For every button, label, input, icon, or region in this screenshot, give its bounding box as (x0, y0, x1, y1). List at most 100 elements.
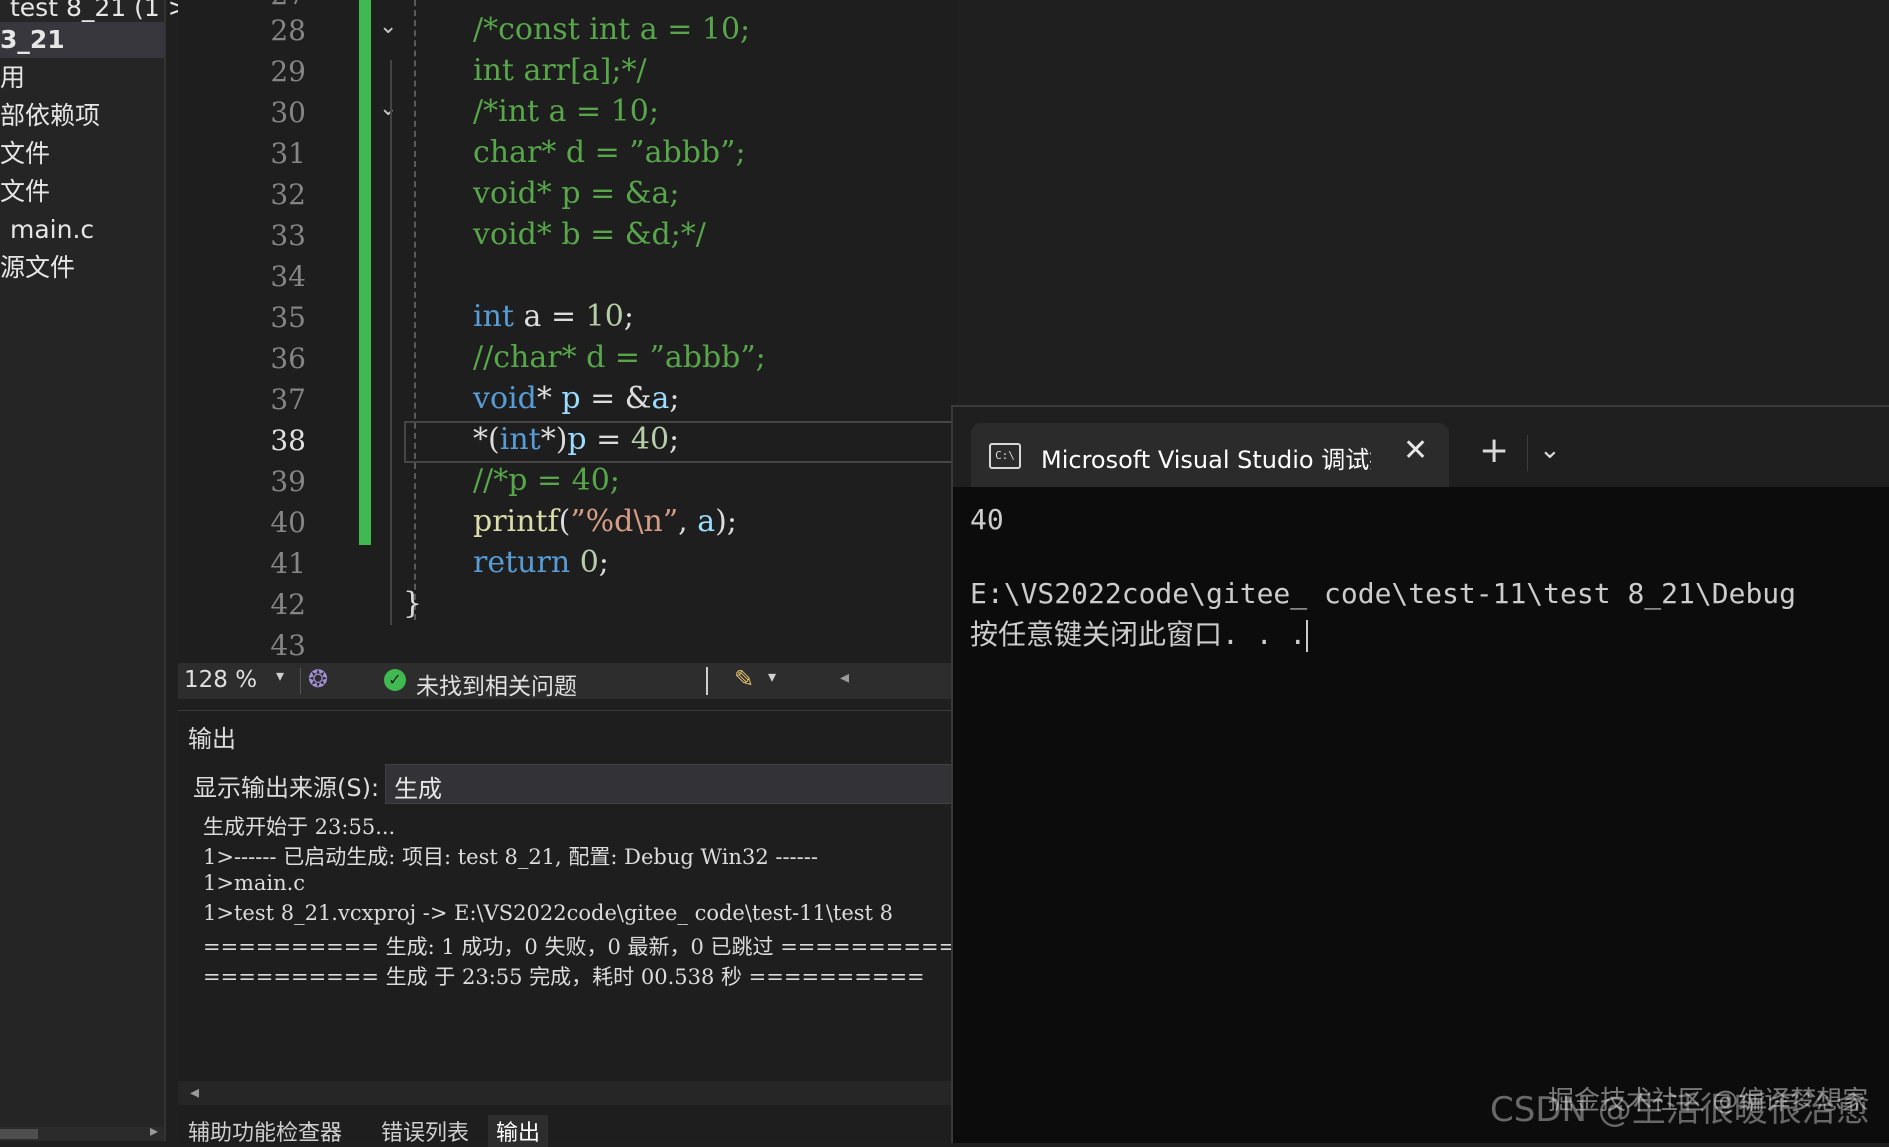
number-literal: 10 (585, 299, 624, 334)
output-line: 生成开始于 23:55... (203, 815, 396, 839)
line-number: 29 (270, 55, 306, 88)
punctuation: * (536, 381, 562, 416)
code-line[interactable]: void* p = &a; (473, 381, 680, 416)
line-number: 31 (270, 137, 306, 170)
code-line[interactable]: void* p = &a; (473, 176, 679, 211)
output-source-select[interactable]: 生成 (385, 764, 967, 804)
punctuation: ; (669, 422, 680, 457)
code-line[interactable]: printf(”%d\n”, a); (473, 504, 737, 539)
output-panel: 输出 显示输出来源(S): 生成 生成开始于 23:55... 1>------… (178, 710, 967, 1147)
output-horizontal-scrollbar[interactable]: ◂ (178, 1081, 958, 1105)
punctuation: ( (558, 504, 571, 539)
output-line: 1>main.c (203, 871, 306, 895)
line-number: 36 (270, 342, 306, 375)
block-structure-line (390, 60, 392, 625)
punctuation: ; (598, 545, 609, 580)
code-line[interactable]: /*int a = 10; (473, 94, 659, 129)
tab-accessibility-checker[interactable]: 辅助功能检查器 (188, 1115, 342, 1147)
fold-chevron-down-icon[interactable]: ⌄ (379, 14, 397, 39)
tree-item-references[interactable]: 用 (0, 60, 25, 96)
editor-status-bar: 128 % ▾ ❂ ✓ 未找到相关问题 ✎ ▾ ◂ (178, 663, 958, 701)
close-icon[interactable]: ✕ (1403, 433, 1428, 468)
output-source-label: 显示输出来源(S): (193, 774, 380, 802)
identifier: p (567, 422, 587, 457)
console-output-line: 40 (970, 503, 1004, 536)
function-name: printf (473, 504, 559, 539)
string-literal: ”%d\n” (570, 504, 679, 539)
zoom-dropdown-icon[interactable]: ▾ (276, 666, 284, 685)
scroll-left-icon[interactable]: ◂ (190, 1082, 199, 1103)
punctuation: *) (540, 422, 568, 457)
line-number: 30 (270, 96, 306, 129)
line-number: 27 (226, 0, 306, 11)
code-cleanup-brush-icon[interactable]: ✎ (734, 665, 754, 693)
line-number-current: 38 (270, 424, 306, 457)
number-literal: 40 (630, 422, 670, 457)
number-literal: 0 (579, 545, 599, 580)
cleanup-dropdown-icon[interactable]: ▾ (768, 667, 776, 686)
output-line: ========== 生成 于 23:55 完成，耗时 00.538 秒 ===… (203, 965, 925, 989)
scroll-right-icon[interactable]: ▸ (150, 1121, 158, 1140)
output-line: ========== 生成: 1 成功，0 失败，0 最新，0 已跳过 ====… (203, 935, 957, 959)
tree-item-external-dependencies[interactable]: 部依赖项 (0, 98, 100, 134)
code-line[interactable]: int arr[a];*/ (473, 53, 647, 88)
code-line[interactable]: } (403, 586, 422, 621)
code-line[interactable]: char* d = ”abbb”; (473, 135, 746, 170)
text-cursor (1306, 620, 1309, 652)
punctuation: *( (473, 422, 500, 457)
change-tracking-bar (359, 0, 371, 545)
code-line[interactable]: return 0; (473, 545, 609, 580)
code-line[interactable]: //char* d = ”abbb”; (473, 340, 766, 375)
tree-item-main-c[interactable]: main.c (10, 212, 94, 248)
identifier: p (561, 381, 581, 416)
code-line[interactable]: /*const int a = 10; (473, 12, 750, 47)
console-tab[interactable]: C:\ Microsoft Visual Studio 调试控 ✕ (971, 423, 1449, 487)
chevron-down-icon[interactable]: ⌄ (1539, 435, 1561, 465)
scroll-left-icon[interactable]: ◂ (840, 667, 849, 688)
debug-console-window[interactable]: C:\ Microsoft Visual Studio 调试控 ✕ + ⌄ 40… (951, 405, 1889, 1143)
code-line[interactable]: void* b = &d;*/ (473, 217, 706, 252)
code-line-current[interactable]: *(int*)p = 40; (473, 422, 679, 457)
tree-item-source-files[interactable]: 文件 (0, 174, 50, 210)
tab-output[interactable]: 输出 (488, 1115, 549, 1147)
line-number: 42 (270, 588, 306, 621)
punctuation: ; (669, 381, 680, 416)
line-number: 37 (270, 383, 306, 416)
issues-status-text[interactable]: 未找到相关问题 (416, 667, 577, 701)
tab-error-list[interactable]: 错误列表 (381, 1115, 469, 1147)
divider (1527, 435, 1528, 471)
divider (300, 668, 301, 694)
keyword: int (473, 299, 514, 334)
fold-chevron-down-icon[interactable]: ⌄ (379, 96, 397, 121)
bottom-tab-strip: 辅助功能检查器 错误列表 输出 (178, 1111, 958, 1147)
identifier: a (651, 381, 670, 416)
new-tab-plus-icon[interactable]: + (1479, 433, 1509, 469)
code-editor[interactable]: 27 28 29 30 31 32 33 34 35 36 37 38 39 4… (178, 0, 958, 663)
output-source-value: 生成 (394, 775, 442, 803)
output-line: 1>test 8_21.vcxproj -> E:\VS2022code\git… (203, 901, 894, 925)
editor-gutter (178, 0, 224, 663)
operator: = (541, 299, 586, 334)
tree-item-label: 3_21 (0, 25, 65, 54)
indent-guide (414, 0, 416, 620)
console-prompt-text: 按任意键关闭此窗口. . . (970, 618, 1307, 651)
line-number: 40 (270, 506, 306, 539)
explorer-scrollbar[interactable]: ▸ (0, 1121, 164, 1141)
line-number: 33 (270, 219, 306, 252)
tree-item-resource-files[interactable]: 源文件 (0, 250, 75, 286)
solution-explorer: test 8_21 (1 > 3_21 用 部依赖项 文件 文件 main.c … (0, 0, 189, 1141)
code-line[interactable]: //*p = 40; (473, 463, 620, 498)
tree-item-header-files[interactable]: 文件 (0, 136, 50, 172)
divider (706, 667, 708, 695)
code-line[interactable]: int a = 10; (473, 299, 634, 334)
intellicode-icon[interactable]: ❂ (308, 665, 328, 693)
panel-title: 输出 (188, 725, 236, 753)
zoom-level[interactable]: 128 % (184, 667, 257, 693)
tree-item-project[interactable]: 3_21 (0, 22, 164, 58)
operator: = & (580, 381, 652, 416)
keyword: int (499, 422, 541, 457)
keyword: void (473, 381, 537, 416)
scrollbar-thumb[interactable] (0, 1129, 38, 1139)
watermark: 掘金技术社区 @编译梦想家 (1548, 1086, 1869, 1116)
